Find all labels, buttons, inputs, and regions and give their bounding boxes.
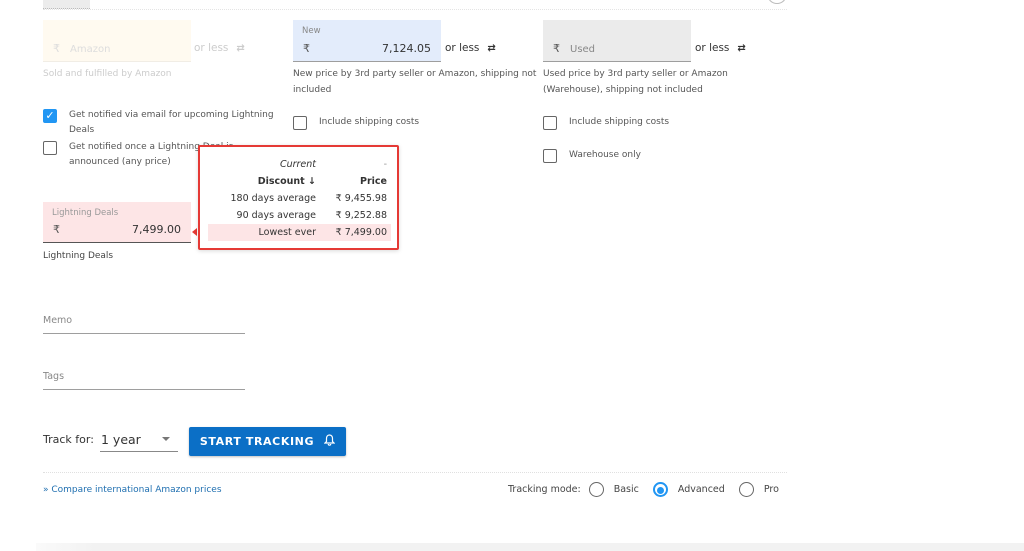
chevron-down-icon (162, 437, 170, 441)
new-or-less: or less ⇄ (445, 42, 496, 54)
lightning-deals-label: Lightning Deals (52, 208, 119, 218)
used-or-less: or less ⇄ (695, 42, 746, 54)
track-for-label: Track for: (43, 433, 94, 446)
row-value: ₹ 7,499.00 (320, 224, 391, 241)
amazon-placeholder: Amazon (70, 44, 111, 55)
or-less-label: or less (445, 42, 480, 54)
radio-advanced-label[interactable]: Advanced (678, 484, 725, 495)
rupee-icon: ₹ (53, 223, 60, 236)
amazon-price-input[interactable]: ₹ Amazon (43, 20, 191, 62)
start-tracking-button[interactable]: START TRACKING (189, 427, 346, 456)
new-price-input[interactable]: New ₹ 7,124.05 (293, 20, 441, 62)
row-value: ₹ 9,455.98 (335, 193, 387, 204)
top-tab[interactable] (43, 0, 90, 9)
new-price-value: 7,124.05 (382, 42, 431, 55)
lightning-deals-input[interactable]: Lightning Deals ₹ 7,499.00 (43, 202, 191, 243)
or-less-label: or less (194, 42, 229, 54)
rupee-icon: ₹ (303, 42, 310, 55)
notify-email-label: Get notified via email for upcoming Ligh… (69, 110, 274, 135)
used-placeholder: Used (570, 44, 596, 55)
warehouse-only-label: Warehouse only (569, 150, 641, 160)
radio-pro-label[interactable]: Pro (764, 484, 779, 495)
tracking-mode-label: Tracking mode: (508, 484, 581, 495)
notify-any-checkbox[interactable] (43, 141, 57, 155)
warehouse-only-row[interactable]: Warehouse only (543, 148, 641, 163)
used-price-input[interactable]: ₹ Used (543, 20, 691, 62)
amazon-or-less: or less ⇄ (194, 42, 245, 54)
tags-placeholder: Tags (43, 371, 65, 382)
bottom-divider (43, 472, 787, 473)
radio-pro[interactable] (738, 482, 754, 497)
swap-icon[interactable]: ⇄ (737, 43, 745, 54)
warehouse-only-checkbox[interactable] (543, 149, 557, 163)
row-label: Lowest ever (208, 224, 320, 241)
amazon-helper: Sold and fulfilled by Amazon (43, 69, 172, 79)
table-row: Current - (208, 156, 391, 173)
tags-input[interactable]: Tags (43, 368, 245, 390)
memo-placeholder: Memo (43, 315, 73, 326)
table-row: 90 days average ₹ 9,252.88 (208, 207, 391, 224)
used-include-shipping-checkbox[interactable] (543, 116, 557, 130)
radio-advanced[interactable] (652, 482, 668, 497)
top-divider (43, 9, 787, 10)
bell-icon (323, 434, 336, 449)
or-less-label: or less (695, 42, 730, 54)
discount-sort-header[interactable]: Discount ↓ (208, 173, 320, 190)
used-include-shipping-row[interactable]: Include shipping costs (543, 115, 669, 130)
price-stats-table: Current - Discount ↓ Price 180 days aver… (208, 156, 391, 241)
rupee-icon: ₹ (53, 42, 60, 55)
new-helper: New price by 3rd party seller or Amazon,… (293, 69, 537, 95)
new-include-shipping-label: Include shipping costs (319, 117, 420, 127)
memo-input[interactable]: Memo (43, 312, 245, 334)
row-label: 90 days average (236, 210, 316, 221)
track-duration-value: 1 year (101, 432, 141, 447)
row-label: Current (279, 159, 316, 170)
used-helper: Used price by 3rd party seller or Amazon… (543, 69, 728, 95)
radio-basic[interactable] (588, 482, 604, 497)
table-row: 180 days average ₹ 9,455.98 (208, 190, 391, 207)
lightning-deals-value: 7,499.00 (132, 223, 181, 236)
swap-icon[interactable]: ⇄ (236, 43, 244, 54)
row-value: - (383, 159, 387, 170)
lightning-deals-helper: Lightning Deals (43, 251, 114, 261)
notify-email-checkbox[interactable]: ✓ (43, 109, 57, 123)
start-tracking-label: START TRACKING (199, 435, 315, 448)
rupee-icon: ₹ (553, 42, 560, 55)
popup-pointer (192, 228, 197, 236)
radio-basic-label[interactable]: Basic (614, 484, 639, 495)
swap-icon[interactable]: ⇄ (487, 43, 495, 54)
row-label: 180 days average (230, 193, 317, 204)
new-include-shipping-row[interactable]: Include shipping costs (293, 115, 419, 130)
used-include-shipping-label: Include shipping costs (569, 117, 670, 127)
compare-international-link[interactable]: » Compare international Amazon prices (43, 485, 222, 495)
track-duration-select[interactable]: 1 year (100, 428, 178, 452)
price-stats-popup: Current - Discount ↓ Price 180 days aver… (198, 145, 399, 250)
row-value: ₹ 9,252.88 (335, 210, 387, 221)
help-icon[interactable] (767, 0, 787, 4)
notify-email-row[interactable]: ✓ Get notified via email for upcoming Li… (43, 108, 283, 138)
price-header[interactable]: Price (320, 173, 391, 190)
table-row-highlighted: Lowest ever ₹ 7,499.00 (208, 224, 391, 241)
footer-strip (36, 543, 1024, 551)
new-label: New (302, 26, 321, 36)
table-header-row: Discount ↓ Price (208, 173, 391, 190)
tracking-mode-group: Tracking mode: Basic Advanced Pro (508, 482, 785, 497)
new-include-shipping-checkbox[interactable] (293, 116, 307, 130)
